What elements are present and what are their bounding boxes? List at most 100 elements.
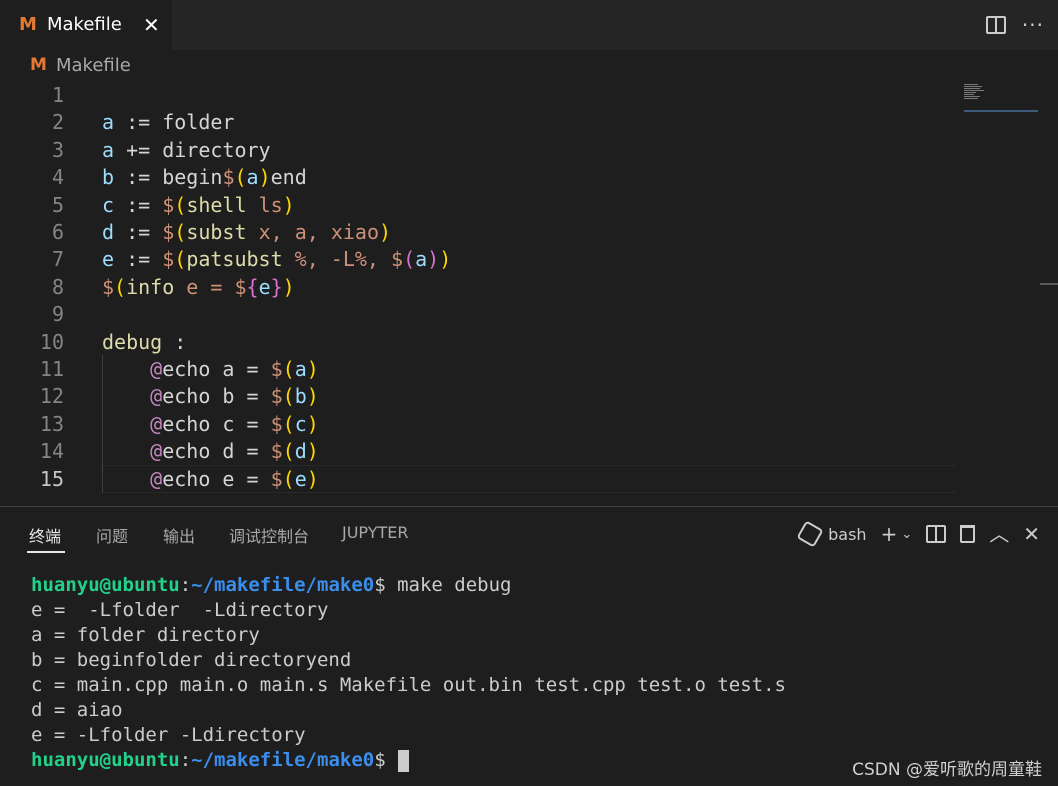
code-token: ( bbox=[282, 466, 295, 491]
code-token: ) bbox=[306, 466, 319, 491]
tab-output[interactable]: 输出 bbox=[163, 523, 195, 547]
terminal-cursor bbox=[397, 749, 409, 772]
code-token: @ bbox=[150, 466, 163, 491]
code-token: subst bbox=[186, 220, 247, 244]
panel-actions: bash + ⌄ ︿ ✕ bbox=[796, 520, 1040, 548]
line-number: 12 bbox=[39, 384, 64, 409]
code-token: @ bbox=[150, 439, 163, 464]
code-token: $ bbox=[222, 165, 235, 190]
code-token: ls bbox=[246, 192, 283, 217]
code-token: echo e = bbox=[162, 466, 271, 491]
code-text: b := begin$(a)end bbox=[102, 164, 307, 191]
code-line[interactable]: 3 a += directory bbox=[0, 137, 950, 164]
code-line[interactable]: 14 @echo d = $(d) bbox=[0, 438, 950, 465]
scrollbar-thumb[interactable] bbox=[1040, 283, 1058, 285]
code-token: echo c = bbox=[162, 411, 271, 436]
code-line[interactable]: 4 b := begin$(a)end bbox=[0, 164, 950, 191]
code-token: @ bbox=[150, 357, 163, 381]
code-token: ( bbox=[174, 247, 187, 272]
code-token: := bbox=[114, 247, 163, 272]
code-token: a bbox=[102, 110, 115, 135]
tab-problems[interactable]: 问题 bbox=[96, 523, 128, 547]
code-token: e = bbox=[174, 274, 235, 299]
code-text: $(info e = ${e}) bbox=[102, 274, 295, 301]
code-token: { bbox=[246, 274, 259, 299]
active-tab-indicator bbox=[27, 551, 65, 553]
makefile-icon: M bbox=[30, 55, 47, 75]
line-number: 14 bbox=[39, 439, 64, 464]
close-panel-icon[interactable]: ✕ bbox=[1023, 524, 1040, 544]
watermark: CSDN @爱听歌的周童鞋 bbox=[852, 760, 1042, 780]
split-terminal-icon[interactable] bbox=[926, 525, 947, 543]
code-token: c bbox=[294, 411, 307, 436]
code-line[interactable]: 12 @echo b = $(b) bbox=[0, 383, 950, 410]
code-token: $ bbox=[391, 247, 404, 272]
terminal-line: e = -Lfolder -Ldirectory bbox=[31, 724, 306, 746]
code-line[interactable]: 9 bbox=[0, 301, 950, 328]
tab-terminal[interactable]: 终端 bbox=[29, 523, 61, 547]
terminal-shell-label[interactable]: bash bbox=[828, 525, 866, 544]
code-line[interactable]: 8 $(info e = ${e}) bbox=[0, 274, 950, 301]
code-token: ) bbox=[306, 357, 319, 381]
line-number: 2 bbox=[51, 110, 64, 135]
code-text: @echo a = $(a) bbox=[102, 356, 319, 383]
code-line[interactable]: 5 c := $(shell ls) bbox=[0, 192, 950, 219]
line-number: 7 bbox=[51, 247, 64, 272]
code-line[interactable]: 6 d := $(subst x, a, xiao) bbox=[0, 219, 950, 246]
tab-makefile[interactable]: M Makefile ✕ bbox=[0, 0, 172, 50]
code-text: debug : bbox=[102, 329, 186, 356]
code-token: shell bbox=[186, 192, 247, 217]
code-line[interactable]: 11 @echo a = $(a) bbox=[0, 356, 950, 383]
line-number: 15 bbox=[39, 466, 64, 491]
code-text: d := $(subst x, a, xiao) bbox=[102, 219, 391, 246]
code-line[interactable]: 2 a := folder bbox=[0, 109, 950, 136]
code-token: b bbox=[102, 165, 115, 190]
code-token: $ bbox=[270, 357, 283, 381]
minimap[interactable] bbox=[964, 84, 988, 112]
maximize-panel-icon[interactable]: ︿ bbox=[989, 524, 1009, 544]
makefile-icon: M bbox=[19, 14, 37, 35]
code-text: @echo c = $(c) bbox=[102, 411, 319, 438]
terminal-command: make debug bbox=[397, 574, 512, 596]
code-token: ( bbox=[403, 247, 416, 272]
code-editor[interactable]: 12a := folder 3 a += directory 4 b := begin$… bbox=[0, 82, 1058, 506]
code-text: @echo e = $(e) bbox=[102, 466, 319, 493]
line-number: 8 bbox=[51, 274, 64, 299]
tab-debug-console[interactable]: 调试控制台 bbox=[229, 523, 309, 547]
code-token: ( bbox=[174, 220, 187, 244]
code-token: end bbox=[270, 165, 307, 190]
trash-icon[interactable] bbox=[960, 525, 976, 543]
prompt-path: ~/makefile/make0 bbox=[191, 749, 375, 771]
code-line[interactable]: 15 @echo e = $(e) bbox=[0, 466, 950, 493]
tab-jupyter[interactable]: JUPYTER bbox=[342, 523, 409, 542]
code-token: b bbox=[294, 384, 307, 409]
prompt-suffix: $ bbox=[374, 574, 398, 596]
code-line[interactable]: 7e := $(patsubst %, -L%, $(a)) bbox=[0, 246, 950, 273]
code-token: ( bbox=[282, 411, 295, 436]
code-token: e bbox=[102, 247, 115, 272]
terminal-line: a = folder directory bbox=[31, 624, 260, 646]
code-token: ( bbox=[114, 274, 127, 299]
code-token: info bbox=[126, 274, 175, 299]
close-icon[interactable]: ✕ bbox=[143, 13, 160, 37]
more-actions-icon[interactable]: ··· bbox=[1022, 15, 1044, 35]
code-text: a += directory bbox=[102, 137, 271, 164]
code-token: ) bbox=[282, 192, 295, 217]
code-text: c := $(shell ls) bbox=[102, 192, 295, 219]
code-line[interactable]: 13 @echo c = $(c) bbox=[0, 411, 950, 438]
terminal-output[interactable]: huanyu@ubuntu:~/makefile/make0$ make deb… bbox=[31, 573, 786, 773]
code-token: ) bbox=[439, 247, 452, 272]
line-number: 1 bbox=[51, 83, 64, 107]
code-token: $ bbox=[270, 411, 283, 436]
code-line[interactable]: 10 debug : bbox=[0, 329, 950, 356]
minimap-slider[interactable] bbox=[964, 110, 1038, 112]
breadcrumb-item-makefile[interactable]: Makefile bbox=[56, 55, 131, 76]
split-editor-icon[interactable] bbox=[985, 16, 1006, 34]
code-text: @echo d = $(d) bbox=[102, 438, 319, 465]
code-token: e bbox=[294, 466, 307, 491]
chevron-down-icon[interactable]: ⌄ bbox=[901, 527, 912, 542]
add-terminal-icon[interactable]: + bbox=[881, 524, 898, 544]
code-token: a bbox=[102, 137, 115, 162]
code-token: ) bbox=[378, 220, 392, 244]
code-line[interactable]: 1 bbox=[0, 82, 950, 109]
